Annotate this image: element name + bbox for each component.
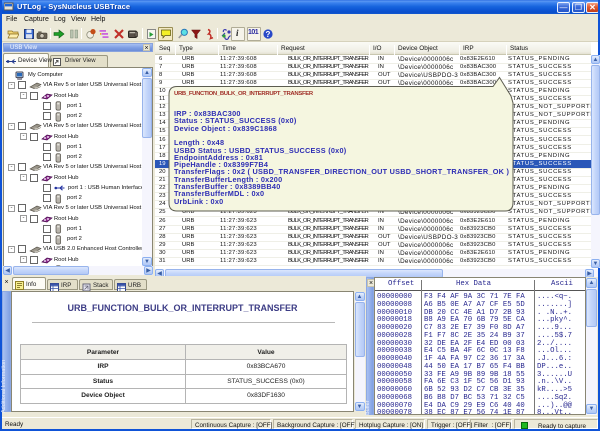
- svg-text:?: ?: [266, 30, 271, 39]
